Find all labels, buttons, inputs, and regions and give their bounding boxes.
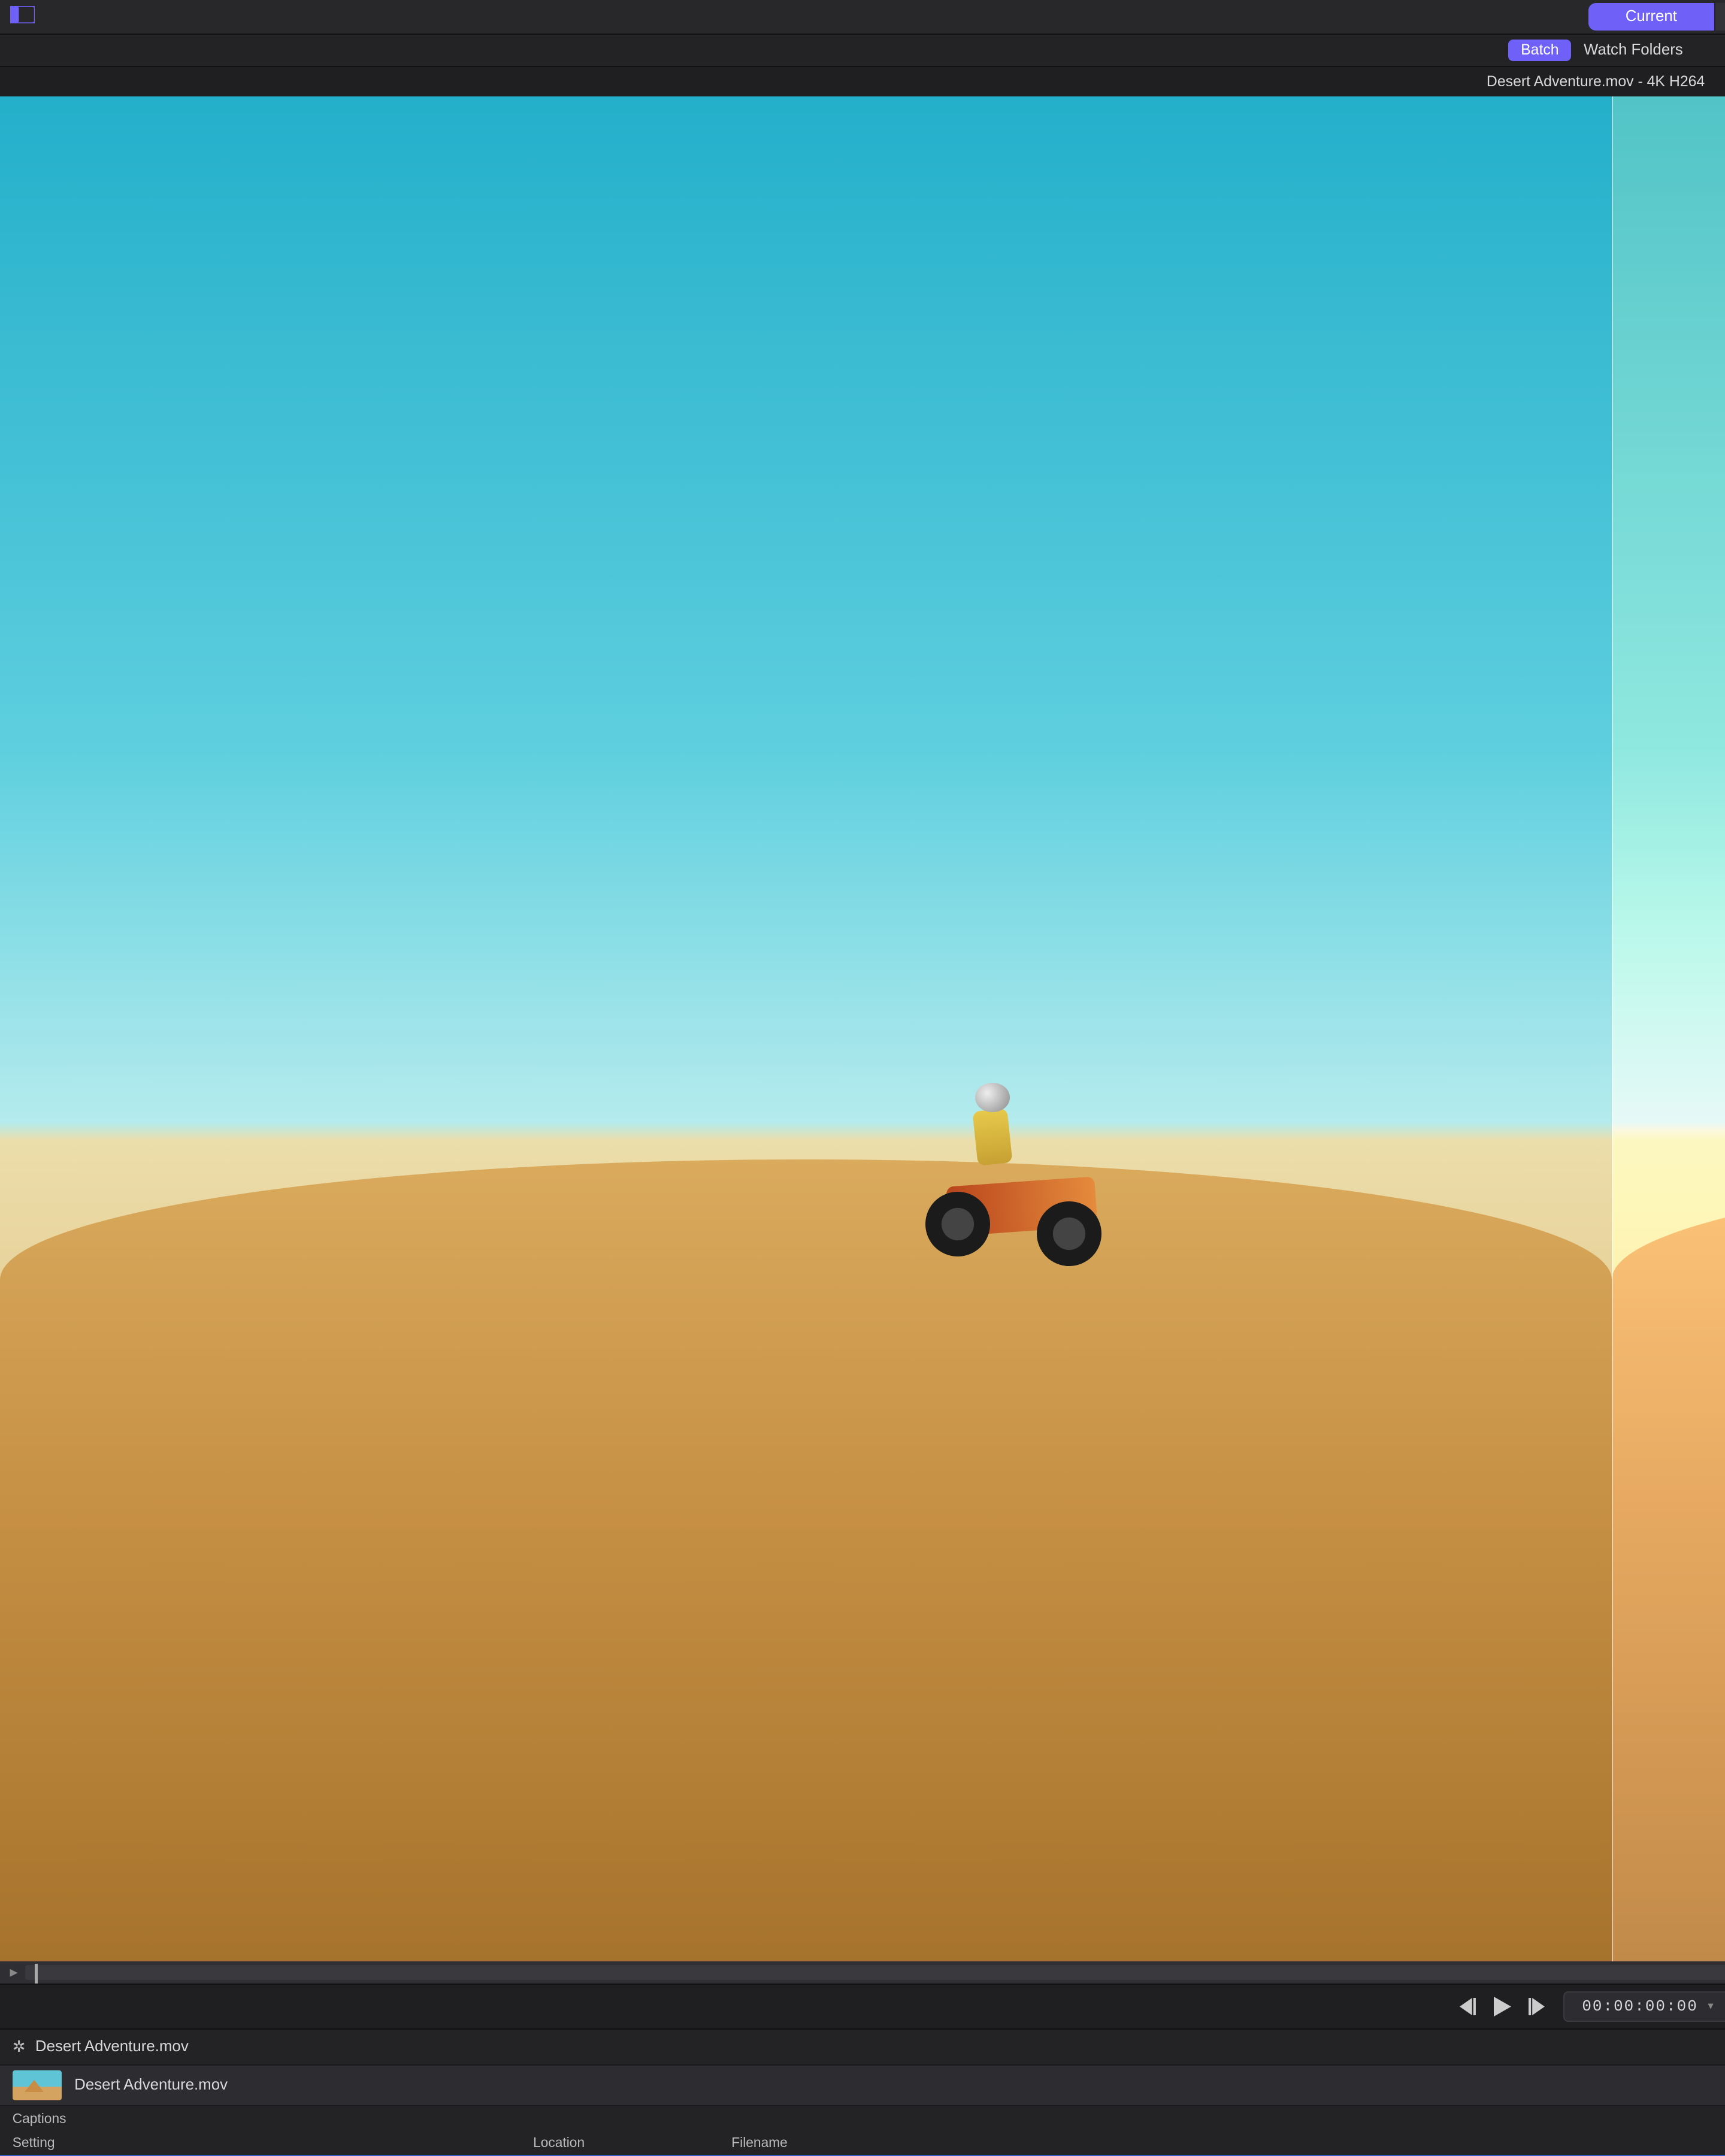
job-header-row[interactable]: ✲ Desert Adventure.mov Add: [0, 2030, 1725, 2064]
left-panel: Batch Watch Folders Desert Adventure.mov…: [0, 35, 1725, 2156]
viewer-title-bar: Desert Adventure.mov - 4K H264 43% ▾ Vie…: [0, 67, 1725, 97]
timeline-scrubber[interactable]: ▸ ◂: [0, 1961, 1725, 1984]
media-thumbnail: [13, 2070, 62, 2100]
tab-active[interactable]: Active: [1715, 3, 1725, 31]
timecode-field[interactable]: 00:00:00:00▾: [1563, 1991, 1725, 2022]
captions-row: Captions Set▾: [0, 2106, 1725, 2131]
col-filename: Filename: [731, 2134, 1725, 2151]
col-location: Location: [533, 2134, 731, 2151]
sidebar-toggle-icon[interactable]: [10, 6, 35, 28]
batch-pill[interactable]: Batch: [1508, 40, 1571, 61]
play-icon[interactable]: [1494, 1997, 1514, 2016]
batch-subheader: Batch Watch Folders: [0, 35, 1725, 67]
col-setting: Setting: [13, 2134, 533, 2151]
job-gear-icon[interactable]: ✲: [13, 2038, 26, 2056]
preview-viewer[interactable]: [0, 96, 1725, 1961]
columns-header: Setting Location Filename Add: [0, 2131, 1725, 2154]
tab-current[interactable]: Current: [1588, 3, 1715, 31]
captions-label: Captions: [13, 2110, 66, 2127]
media-row[interactable]: Desert Adventure.mov: [0, 2064, 1725, 2106]
batch-panel: ✲ Desert Adventure.mov Add Desert Advent…: [0, 2028, 1725, 2156]
viewer-title: Desert Adventure.mov - 4K H264: [1487, 74, 1705, 90]
job-name: Desert Adventure.mov: [35, 2038, 189, 2055]
media-name: Desert Adventure.mov: [74, 2076, 228, 2094]
output-row[interactable]: ▣ 4K H264 Source Desert Adventure-4K H26…: [0, 2155, 1725, 2156]
next-frame-icon[interactable]: [1529, 1998, 1548, 2015]
watch-folders-link[interactable]: Watch Folders: [1584, 41, 1683, 59]
job-status-tabs: Current Active Completed: [1588, 3, 1725, 31]
transport-bar: 00:00:00:00▾ ◧ ▾ ▭ ▾: [0, 1984, 1725, 2028]
prev-frame-icon[interactable]: [1460, 1998, 1479, 2015]
goto-start-icon[interactable]: ▸: [10, 1963, 18, 1981]
top-toolbar: Current Active Completed: [0, 0, 1725, 35]
split-handle[interactable]: [1612, 96, 1613, 1961]
